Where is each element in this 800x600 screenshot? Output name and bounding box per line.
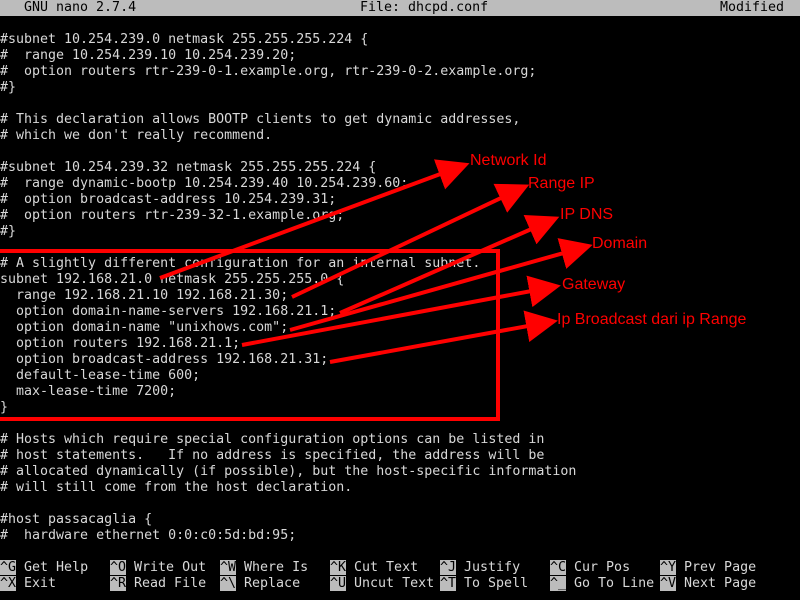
- annotation-arrow: [291, 183, 530, 299]
- annotation-label: Network Id: [470, 152, 547, 169]
- annotation-arrow: [329, 310, 558, 364]
- annotation-label: Domain: [592, 235, 648, 252]
- annotation-label: IP DNS: [560, 206, 614, 223]
- annotation-label: Ip Broadcast dari ip Range: [557, 311, 747, 328]
- annotation-label: Gateway: [562, 276, 626, 293]
- annotation-arrow: [241, 275, 561, 347]
- annotation-overlay: [0, 159, 593, 421]
- annotation-arrow: [159, 159, 470, 280]
- annotation-label: Range IP: [528, 175, 595, 192]
